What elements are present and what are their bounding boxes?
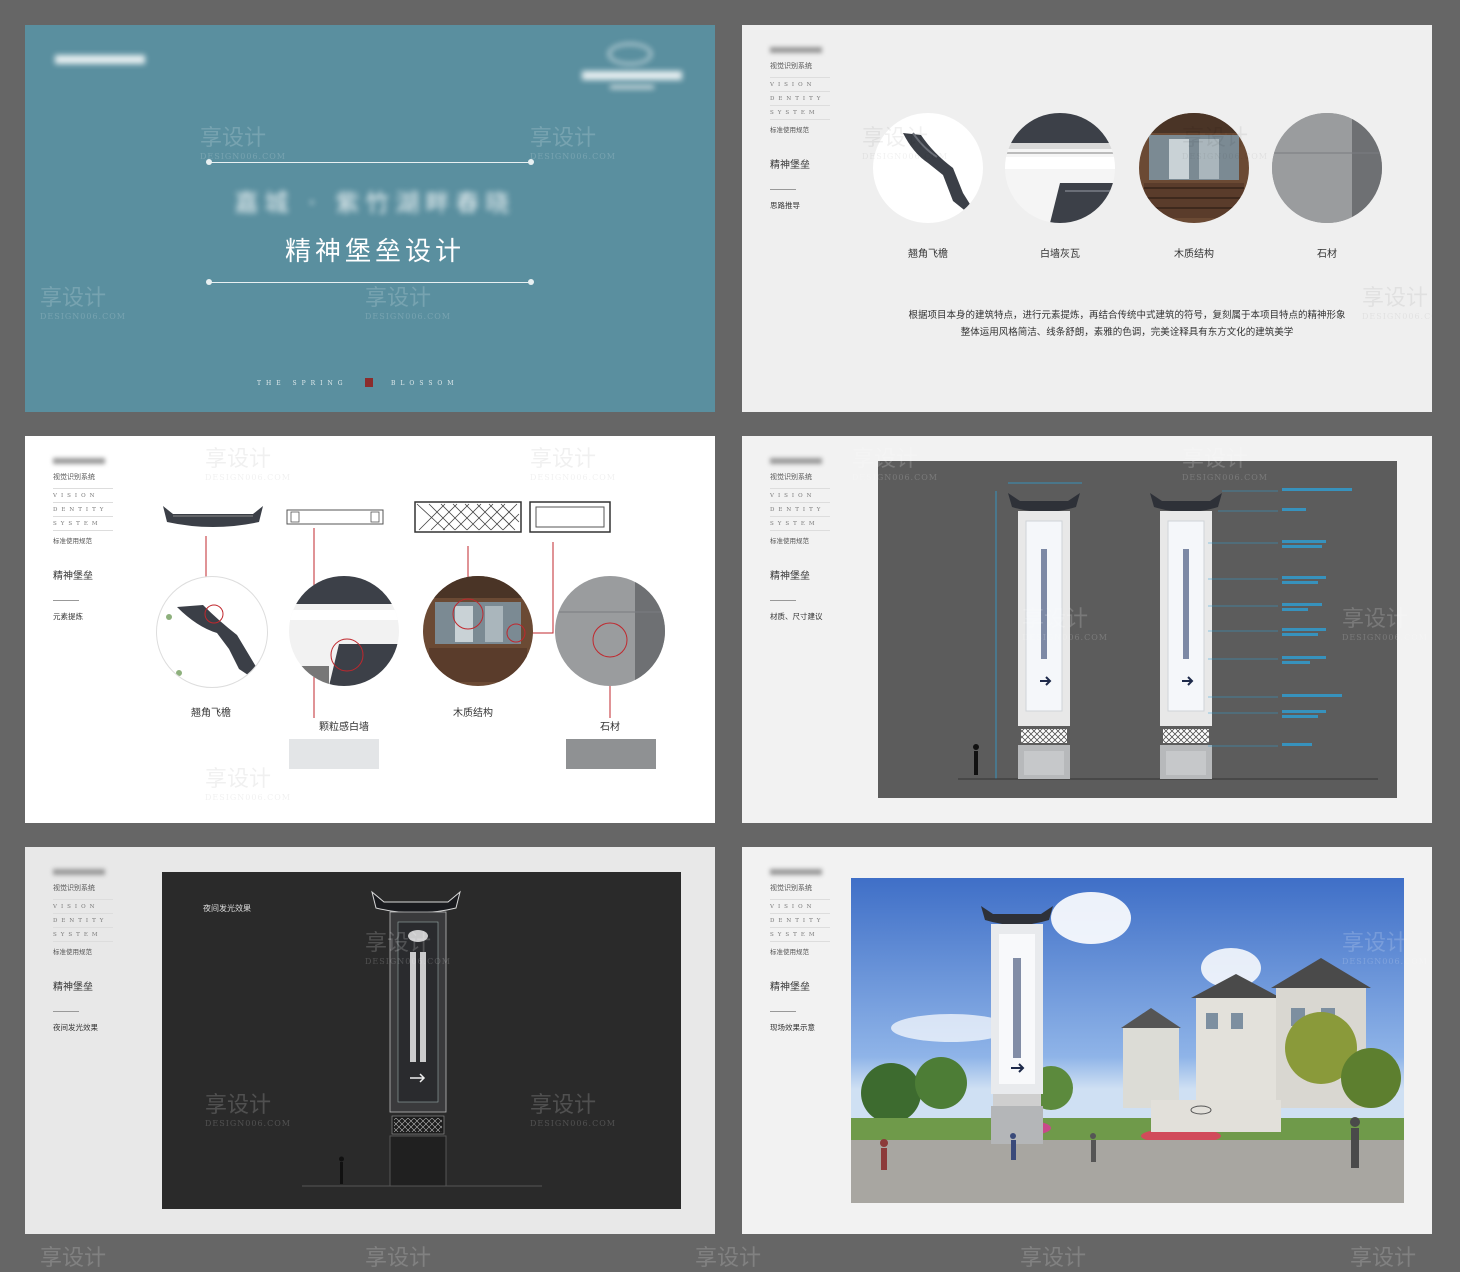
sidebar: 视觉识别系统 VISION DENTITY SYSTEM 标准使用规范 精神堡垒… bbox=[770, 869, 860, 1033]
sidebar-latin: DENTITY bbox=[770, 913, 830, 927]
eave-detail-circle bbox=[156, 576, 268, 688]
blurred-brand bbox=[770, 47, 822, 53]
sidebar-standard: 标准使用规范 bbox=[770, 119, 830, 134]
wood-structure-circle bbox=[1139, 113, 1249, 223]
dimension-panel: 视觉识别系统 VISION DENTITY SYSTEM 标准使用规范 精神堡垒… bbox=[742, 436, 1432, 823]
sidebar-latin: DENTITY bbox=[53, 913, 113, 927]
stone-circle bbox=[1272, 113, 1382, 223]
sidebar-standard: 标准使用规范 bbox=[770, 530, 830, 545]
sidebar-section-name: 精神堡垒 bbox=[53, 982, 93, 993]
sidebar-subsection: 思路推导 bbox=[770, 201, 800, 210]
sidebar-subsection: 现场效果示意 bbox=[770, 1023, 815, 1032]
blurred-brand bbox=[770, 869, 822, 875]
caption: 石材 bbox=[1317, 249, 1337, 260]
watermark: 享设计DESIGN006.COM bbox=[365, 286, 451, 321]
granular-wall-swatch bbox=[289, 739, 379, 769]
logo bbox=[580, 37, 690, 97]
watermark: 享设计 bbox=[695, 1246, 762, 1271]
caption: 翘角飞檐 bbox=[191, 708, 231, 719]
caption: 木质结构 bbox=[453, 708, 493, 719]
subtitle-blurred: 嘉城 · 紫竹湖畔春晓 bbox=[234, 189, 516, 217]
concept-panel: 视觉识别系统 VISION DENTITY SYSTEM 标准使用规范 精神堡垒… bbox=[742, 25, 1432, 412]
sidebar-vis-label: 视觉识别系统 bbox=[53, 884, 95, 892]
white-wall-detail-circle bbox=[289, 576, 399, 686]
sidebar-section-name: 精神堡垒 bbox=[770, 571, 810, 582]
sidebar-latin: VISION bbox=[770, 899, 830, 913]
seal-icon bbox=[365, 378, 373, 387]
stone-swatch bbox=[566, 739, 656, 769]
concept-paragraph-1: 根据项目本身的建筑特点，进行元素提炼，再结合传统中式建筑的符号，复刻属于本项目特… bbox=[908, 310, 1346, 321]
sidebar-section-name: 精神堡垒 bbox=[770, 160, 810, 171]
pillar-left bbox=[1008, 493, 1080, 779]
sidebar-latin: SYSTEM bbox=[770, 105, 830, 119]
rule-dot bbox=[528, 279, 534, 285]
watermark: 享设计 bbox=[365, 1246, 432, 1271]
sidebar-vis-label: 视觉识别系统 bbox=[770, 473, 812, 481]
sidebar-latin: DENTITY bbox=[770, 502, 830, 516]
rule-dot bbox=[206, 279, 212, 285]
sidebar-latin: VISION bbox=[770, 488, 830, 502]
sidebar-latin: VISION bbox=[770, 77, 830, 91]
concept-paragraph-2: 整体运用风格简洁、线条舒朗，素雅的色调，完美诠释具有东方文化的建筑美学 bbox=[960, 327, 1294, 338]
sidebar-latin: DENTITY bbox=[770, 91, 830, 105]
rule-dot bbox=[528, 159, 534, 165]
eave-circle bbox=[873, 113, 983, 223]
cover-panel: 嘉城 · 紫竹湖畔春晓 精神堡垒设计 THE SPRING BLOSSOM 享设… bbox=[25, 25, 715, 412]
top-rule bbox=[209, 162, 531, 163]
night-render: 夜间发光效果 bbox=[162, 872, 681, 1209]
watermark: 享设计DESIGN006.COM bbox=[530, 126, 616, 161]
footer-left-text: THE SPRING bbox=[257, 380, 348, 387]
footer-right-text: BLOSSOM bbox=[391, 380, 459, 387]
page-title: 精神堡垒设计 bbox=[284, 237, 465, 267]
watermark: 享设计DESIGN006.COM bbox=[200, 126, 286, 161]
caption: 颗粒感白墙 bbox=[319, 722, 369, 733]
sidebar-vis-label: 视觉识别系统 bbox=[770, 884, 812, 892]
sidebar-latin: SYSTEM bbox=[770, 927, 830, 941]
sidebar-section-name: 精神堡垒 bbox=[770, 982, 810, 993]
caption: 翘角飞檐 bbox=[908, 249, 948, 260]
watermark: 享设计 bbox=[1350, 1246, 1417, 1271]
sidebar-subsection: 材质、尺寸建议 bbox=[770, 612, 823, 621]
stone-detail-circle bbox=[555, 576, 665, 686]
sidebar: 视觉识别系统 VISION DENTITY SYSTEM 标准使用规范 精神堡垒… bbox=[53, 869, 143, 1033]
rule-dot bbox=[206, 159, 212, 165]
wood-detail-circle bbox=[423, 576, 533, 686]
sidebar-latin: SYSTEM bbox=[770, 516, 830, 530]
night-panel: 视觉识别系统 VISION DENTITY SYSTEM 标准使用规范 精神堡垒… bbox=[25, 847, 715, 1234]
elements-panel: 视觉识别系统 VISION DENTITY SYSTEM 标准使用规范 精神堡垒… bbox=[25, 436, 715, 823]
blurred-tag bbox=[55, 55, 145, 64]
sidebar-standard: 标准使用规范 bbox=[53, 941, 113, 956]
watermark: 享设计DESIGN006.COM bbox=[40, 286, 126, 321]
sidebar-vis-label: 视觉识别系统 bbox=[770, 62, 812, 70]
caption: 木质结构 bbox=[1174, 249, 1214, 260]
night-label: 夜间发光效果 bbox=[203, 904, 251, 913]
watermark: 享设计 bbox=[40, 1246, 107, 1271]
sidebar-latin: SYSTEM bbox=[53, 927, 113, 941]
blurred-brand bbox=[770, 458, 822, 464]
sidebar-latin: VISION bbox=[53, 899, 113, 913]
site-render bbox=[851, 878, 1404, 1203]
watermark: 享设计 bbox=[1020, 1246, 1087, 1271]
caption: 石材 bbox=[600, 722, 620, 733]
bottom-rule bbox=[209, 282, 531, 283]
site-panel: 视觉识别系统 VISION DENTITY SYSTEM 标准使用规范 精神堡垒… bbox=[742, 847, 1432, 1234]
blurred-brand bbox=[53, 869, 105, 875]
sidebar-standard: 标准使用规范 bbox=[770, 941, 830, 956]
sidebar-subsection: 夜间发光效果 bbox=[53, 1023, 98, 1032]
elevation-drawing bbox=[878, 461, 1397, 798]
caption: 白墙灰瓦 bbox=[1040, 249, 1080, 260]
sidebar: 视觉识别系统 VISION DENTITY SYSTEM 标准使用规范 精神堡垒… bbox=[770, 458, 860, 622]
white-wall-circle bbox=[1005, 113, 1115, 223]
sidebar: 视觉识别系统 VISION DENTITY SYSTEM 标准使用规范 精神堡垒… bbox=[770, 47, 860, 211]
